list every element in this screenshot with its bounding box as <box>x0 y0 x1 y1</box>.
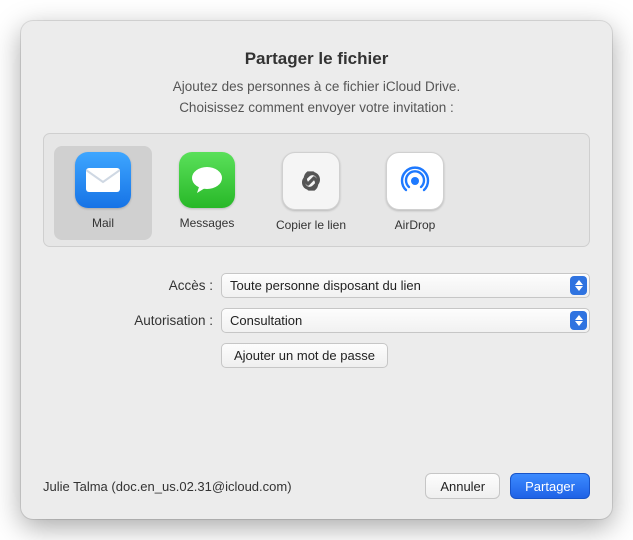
access-label: Accès : <box>43 278 221 293</box>
airdrop-icon <box>386 152 444 210</box>
dialog-title: Partager le fichier <box>21 49 612 69</box>
access-value: Toute personne disposant du lien <box>230 278 421 293</box>
cancel-button[interactable]: Annuler <box>425 473 500 499</box>
link-icon <box>282 152 340 210</box>
messages-icon <box>179 152 235 208</box>
share-method-airdrop[interactable]: AirDrop <box>366 146 464 240</box>
share-method-label: Mail <box>56 216 150 230</box>
permission-value: Consultation <box>230 313 302 328</box>
mail-icon <box>75 152 131 208</box>
share-method-label: Copier le lien <box>264 218 358 232</box>
share-sheet: Partager le fichier Ajoutez des personne… <box>21 21 612 519</box>
share-button[interactable]: Partager <box>510 473 590 499</box>
instruction-text: Choisissez comment envoyer votre invitat… <box>21 100 612 115</box>
header: Partager le fichier Ajoutez des personne… <box>21 21 612 115</box>
permission-popup[interactable]: Consultation <box>221 308 590 333</box>
share-method-label: AirDrop <box>368 218 462 232</box>
footer: Julie Talma (doc.en_us.02.31@icloud.com)… <box>43 473 590 499</box>
access-popup[interactable]: Toute personne disposant du lien <box>221 273 590 298</box>
account-info: Julie Talma (doc.en_us.02.31@icloud.com) <box>43 479 415 494</box>
share-method-mail[interactable]: Mail <box>54 146 152 240</box>
share-method-copy-link[interactable]: Copier le lien <box>262 146 360 240</box>
popup-chevrons-icon <box>570 311 587 330</box>
popup-chevrons-icon <box>570 276 587 295</box>
add-password-button[interactable]: Ajouter un mot de passe <box>221 343 388 368</box>
share-options-form: Accès : Toute personne disposant du lien… <box>21 273 612 368</box>
share-methods: Mail Messages <box>43 133 590 247</box>
share-method-label: Messages <box>160 216 254 230</box>
share-method-messages[interactable]: Messages <box>158 146 256 240</box>
permission-label: Autorisation : <box>43 313 221 328</box>
dialog-subtitle: Ajoutez des personnes à ce fichier iClou… <box>21 79 612 94</box>
